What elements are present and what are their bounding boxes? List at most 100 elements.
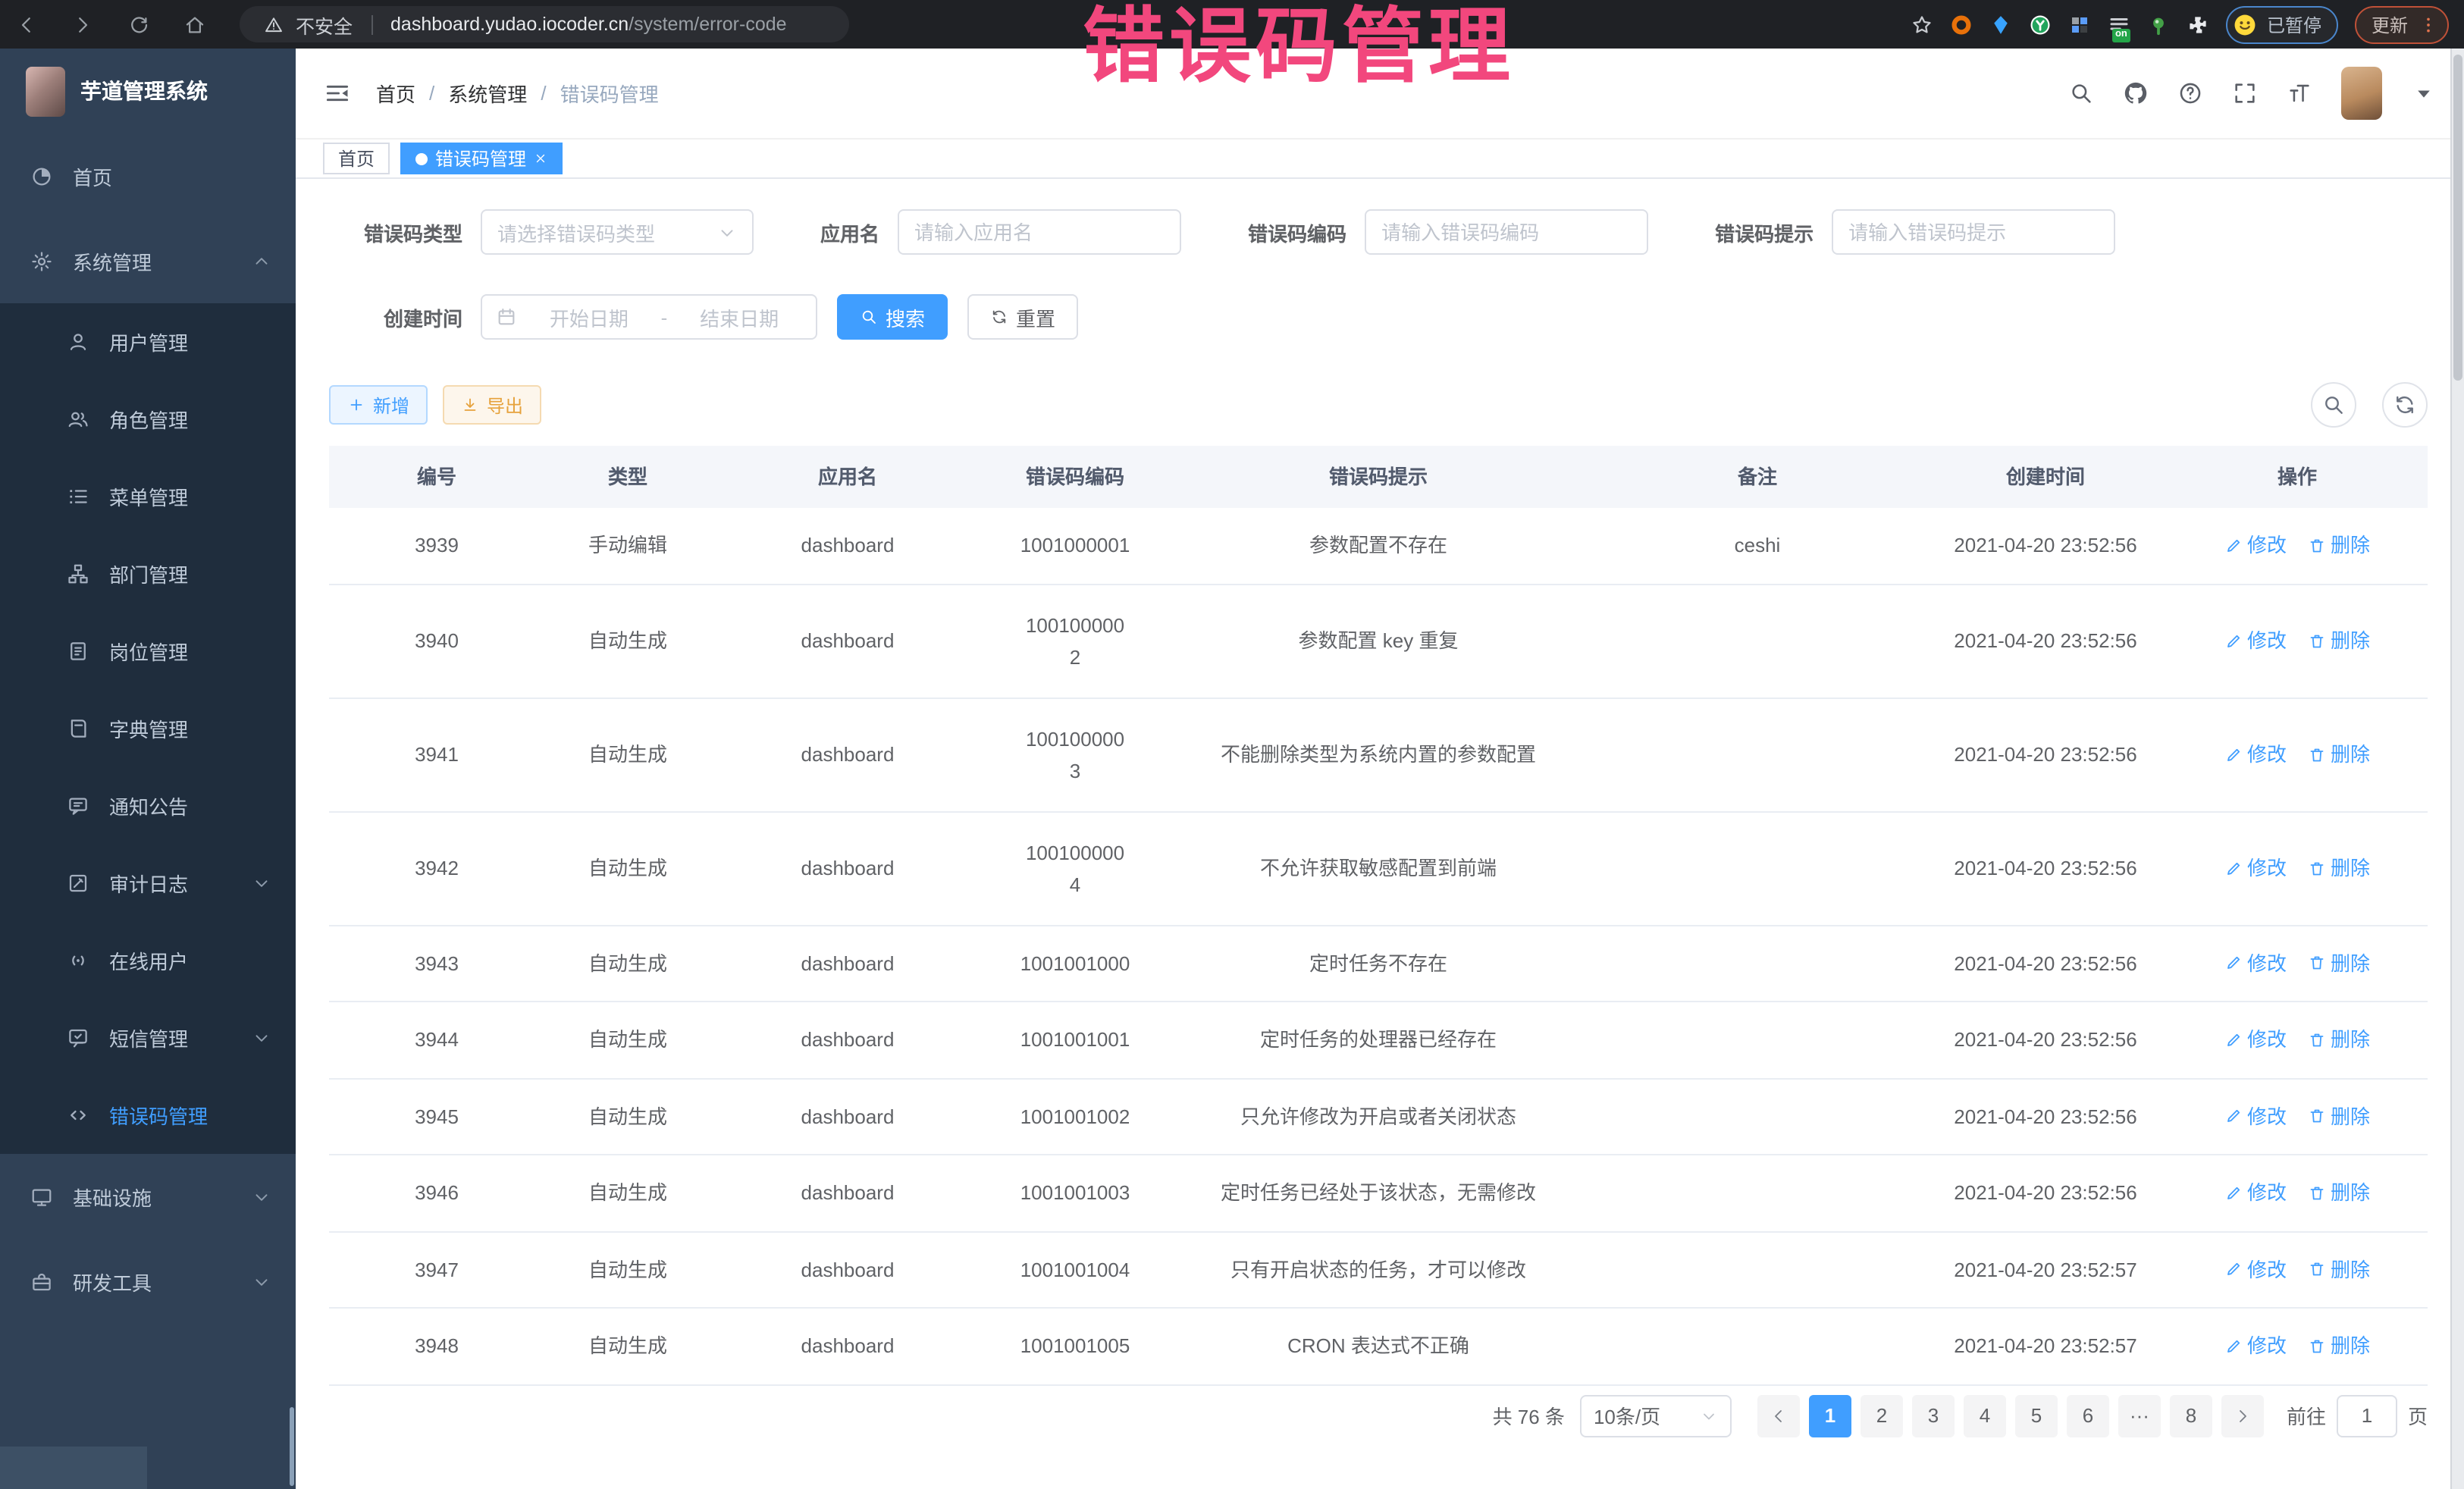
extension-list-icon[interactable]: on: [2108, 13, 2130, 36]
fullscreen-icon[interactable]: [2232, 80, 2258, 106]
header-search-icon[interactable]: [2068, 80, 2094, 106]
trash-icon: [2308, 955, 2326, 973]
error-hint-input[interactable]: [1832, 209, 2115, 255]
sidebar-item-7[interactable]: 字典管理: [0, 690, 296, 767]
tab-error-code[interactable]: 错误码管理: [400, 143, 563, 174]
tab-close-icon[interactable]: [534, 152, 547, 165]
address-bar[interactable]: 不安全 dashboard.yudao.iocoder.cn/system/er…: [240, 6, 849, 42]
ring-icon: [1950, 13, 1973, 36]
bookmark-star-icon[interactable]: [1911, 13, 1933, 36]
page-button-1[interactable]: 1: [1809, 1394, 1851, 1437]
reset-button[interactable]: 重置: [967, 294, 1078, 340]
update-label: 更新: [2372, 11, 2408, 37]
goto-page-input[interactable]: [2337, 1394, 2397, 1437]
sidebar-collapse-button[interactable]: [323, 79, 352, 108]
user-menu-caret-icon[interactable]: [2411, 80, 2437, 106]
date-range-picker[interactable]: 开始日期 - 结束日期: [481, 294, 817, 340]
extension-green-y-icon[interactable]: [2029, 13, 2052, 36]
export-button[interactable]: 导出: [443, 385, 541, 425]
delete-link[interactable]: 删除: [2308, 855, 2370, 882]
breadcrumb-item[interactable]: 系统管理: [448, 79, 527, 108]
extension-tabs-grid-icon[interactable]: [2068, 13, 2091, 36]
sidebar-item-6[interactable]: 岗位管理: [0, 613, 296, 690]
sidebar-item-2[interactable]: 用户管理: [0, 303, 296, 381]
add-button[interactable]: 新增: [329, 385, 428, 425]
browser-back-button[interactable]: [15, 13, 38, 36]
error-type-select[interactable]: 请选择错误码类型: [481, 209, 754, 255]
cell-created: 2021-04-20 23:52:56: [1924, 698, 2167, 810]
sidebar-item-13[interactable]: 基础设施: [0, 1154, 296, 1239]
edit-link[interactable]: 修改: [2224, 855, 2287, 882]
edit-link[interactable]: 修改: [2224, 1333, 2287, 1359]
error-code-input[interactable]: [1365, 209, 1648, 255]
page-size-select[interactable]: 10条/页: [1580, 1394, 1732, 1437]
show-search-toggle-button[interactable]: [2311, 382, 2356, 428]
extensions-puzzle-icon[interactable]: [2187, 13, 2209, 36]
profile-paused-badge[interactable]: 已暂停: [2226, 5, 2338, 43]
search-button[interactable]: 搜索: [837, 294, 948, 340]
sidebar-item-8[interactable]: 通知公告: [0, 767, 296, 845]
browser-update-button[interactable]: 更新: [2355, 5, 2449, 43]
page-button-5[interactable]: 5: [2015, 1394, 2058, 1437]
delete-link[interactable]: 删除: [2308, 950, 2370, 976]
help-icon[interactable]: [2177, 80, 2203, 106]
sidebar-item-12[interactable]: 错误码管理: [0, 1077, 296, 1154]
browser-toolbar: 不安全 dashboard.yudao.iocoder.cn/system/er…: [0, 0, 2464, 49]
prev-page-button[interactable]: [1757, 1394, 1800, 1437]
delete-link[interactable]: 删除: [2308, 628, 2370, 654]
extension-green-pin-icon[interactable]: [2147, 13, 2170, 36]
delete-link[interactable]: 删除: [2308, 741, 2370, 768]
sidebar-item-11[interactable]: 短信管理: [0, 999, 296, 1077]
delete-link[interactable]: 删除: [2308, 1180, 2370, 1206]
edit-link[interactable]: 修改: [2224, 741, 2287, 768]
delete-link[interactable]: 删除: [2308, 532, 2370, 559]
tab-home[interactable]: 首页: [323, 143, 390, 174]
sidebar-item-14[interactable]: 研发工具: [0, 1239, 296, 1324]
edit-link[interactable]: 修改: [2224, 532, 2287, 559]
refresh-table-button[interactable]: [2382, 382, 2428, 428]
sidebar-item-5[interactable]: 部门管理: [0, 535, 296, 613]
app-name-input[interactable]: [898, 209, 1181, 255]
font-size-icon[interactable]: [2287, 80, 2312, 106]
sidebar-item-9[interactable]: 审计日志: [0, 845, 296, 922]
window-scrollbar-thumb[interactable]: [2453, 55, 2462, 381]
page-button-8[interactable]: 8: [2170, 1394, 2212, 1437]
delete-link[interactable]: 删除: [2308, 1333, 2370, 1359]
browser-reload-button[interactable]: [127, 13, 150, 36]
edit-link[interactable]: 修改: [2224, 628, 2287, 654]
sidebar-item-4[interactable]: 菜单管理: [0, 458, 296, 535]
sidebar-item-10[interactable]: 在线用户: [0, 922, 296, 999]
divider: [371, 14, 372, 34]
breadcrumb-item[interactable]: 首页: [376, 79, 415, 108]
table-row: 3941自动生成dashboard1001000003不能删除类型为系统内置的参…: [329, 698, 2428, 812]
extension-blue-gem-icon[interactable]: [1989, 13, 2012, 36]
browser-home-button[interactable]: [183, 13, 206, 36]
sidebar-item-0[interactable]: 首页: [0, 133, 296, 218]
edit-link[interactable]: 修改: [2224, 1103, 2287, 1130]
window-scrollbar[interactable]: [2450, 49, 2464, 1489]
menulist-icon: [67, 485, 89, 508]
delete-link[interactable]: 删除: [2308, 1103, 2370, 1130]
github-icon[interactable]: [2123, 80, 2149, 106]
sidebar-scrollbar-thumb[interactable]: [290, 1407, 294, 1486]
edit-link[interactable]: 修改: [2224, 1027, 2287, 1053]
edit-link[interactable]: 修改: [2224, 950, 2287, 976]
dots3-icon: [2419, 14, 2438, 34]
user-avatar[interactable]: [2341, 67, 2382, 120]
extension-orange-ring-icon[interactable]: [1950, 13, 1973, 36]
page-button-4[interactable]: 4: [1964, 1394, 2006, 1437]
search-icon: [2321, 393, 2346, 417]
sidebar-item-3[interactable]: 角色管理: [0, 381, 296, 458]
edit-link[interactable]: 修改: [2224, 1180, 2287, 1206]
browser-forward-button[interactable]: [71, 13, 94, 36]
next-page-button[interactable]: [2221, 1394, 2264, 1437]
page-button-···[interactable]: ···: [2118, 1394, 2161, 1437]
sidebar-item-1[interactable]: 系统管理: [0, 218, 296, 303]
page-button-3[interactable]: 3: [1912, 1394, 1955, 1437]
page-button-2[interactable]: 2: [1861, 1394, 1903, 1437]
browser-menu-icon[interactable]: [2419, 14, 2438, 34]
delete-link[interactable]: 删除: [2308, 1256, 2370, 1283]
delete-link[interactable]: 删除: [2308, 1027, 2370, 1053]
page-button-6[interactable]: 6: [2067, 1394, 2109, 1437]
edit-link[interactable]: 修改: [2224, 1256, 2287, 1283]
